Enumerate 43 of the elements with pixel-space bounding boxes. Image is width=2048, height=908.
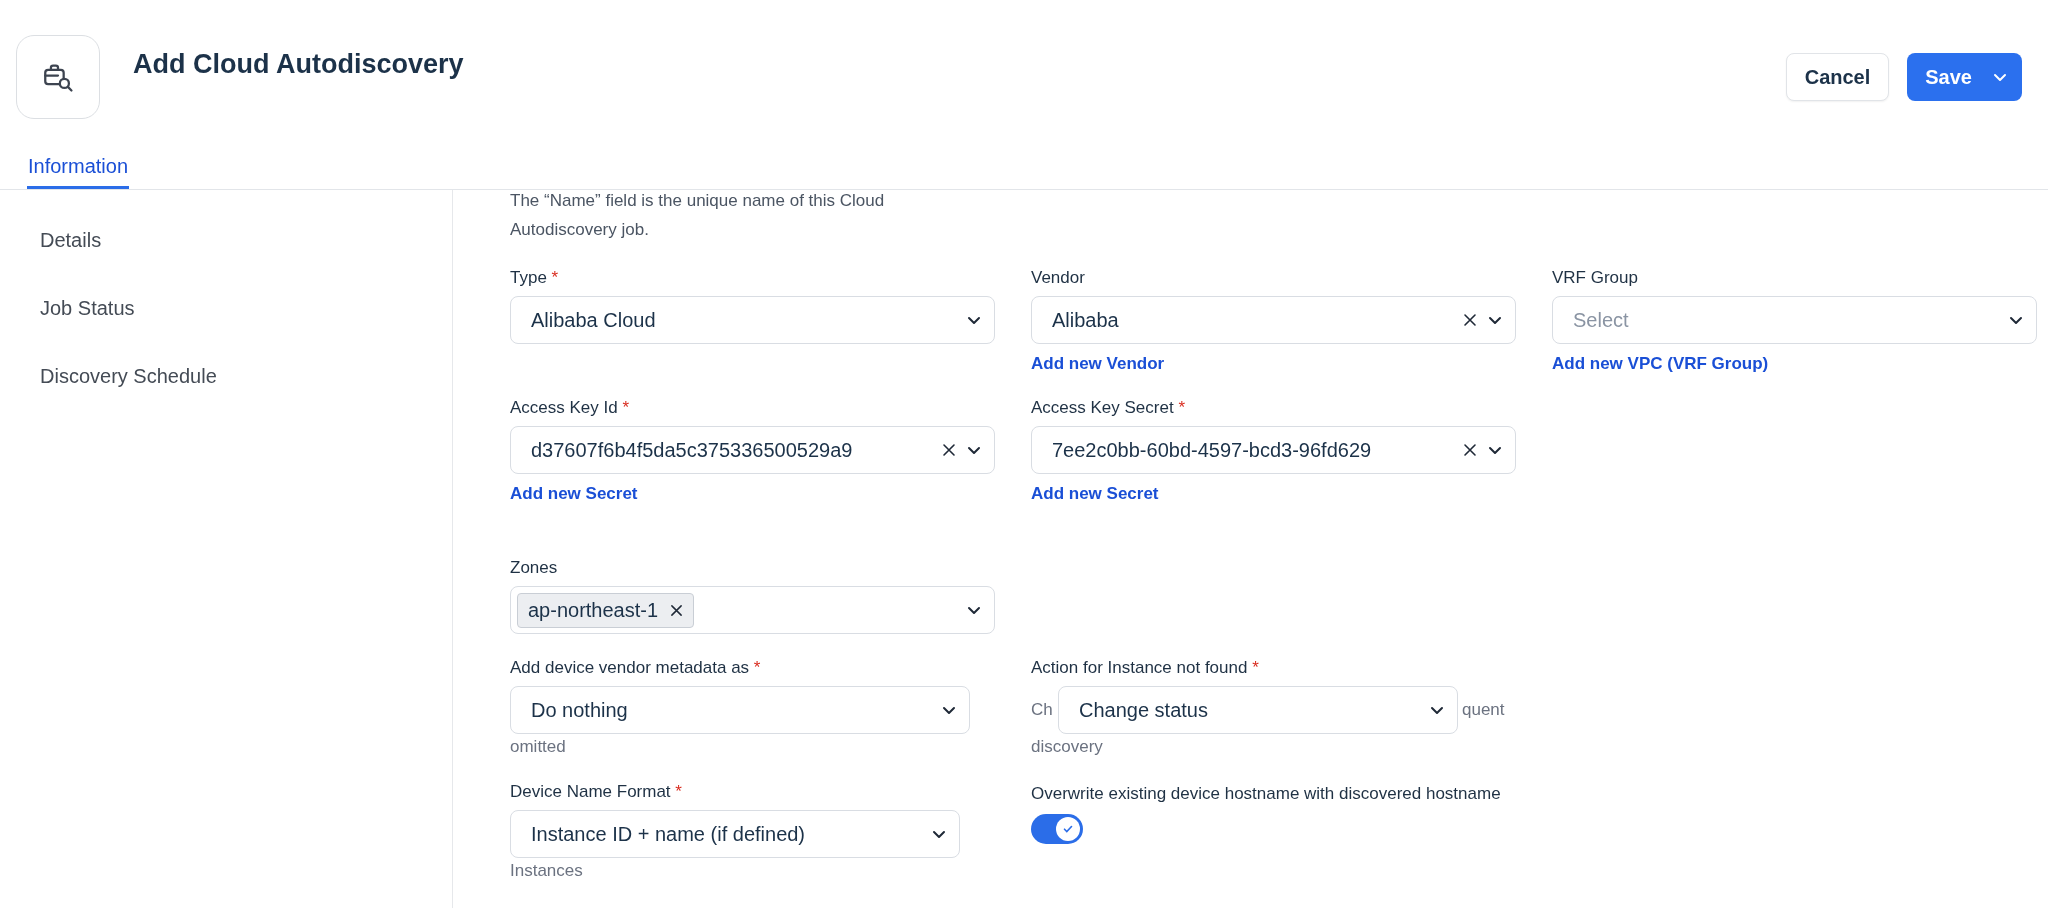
select-field[interactable]: Alibaba Cloud [510, 296, 995, 344]
help-text: Ch [1031, 700, 1054, 720]
select-field[interactable]: Instance ID + name (if defined) [510, 810, 960, 858]
select-field[interactable]: Do nothing [510, 686, 970, 734]
cancel-button[interactable]: Cancel [1785, 53, 1890, 101]
field-label: Zones [510, 557, 558, 579]
field-label: Device Name Format * [510, 781, 682, 803]
sidebar-item[interactable]: Job Status [0, 296, 452, 364]
briefcase-search-icon [16, 35, 100, 119]
select-field[interactable]: 7ee2c0bb-60bd-4597-bcd3-96fd629 [1031, 426, 1516, 474]
multi-select[interactable]: ap-northeast-1 [510, 586, 995, 634]
select-field[interactable]: Change status [1058, 686, 1458, 734]
field-label: Access Key Id * [510, 397, 630, 419]
add-link[interactable]: Add new VPC (VRF Group) [1552, 354, 1769, 374]
page-title: Add Cloud Autodiscovery [133, 48, 464, 81]
help-text: discovery [1031, 736, 1103, 758]
field-label: Access Key Secret * [1031, 397, 1185, 419]
help-text: quent [1462, 700, 1505, 720]
select-field[interactable]: Alibaba [1031, 296, 1516, 344]
sidebar-item[interactable]: Details [0, 228, 452, 296]
sidebar-item[interactable]: Discovery Schedule [0, 364, 452, 432]
field-label: VRF Group [1552, 267, 1638, 289]
save-button[interactable]: Save [1907, 53, 2022, 101]
field-label: Action for Instance not found * [1031, 657, 1259, 679]
close-icon[interactable] [1463, 313, 1477, 327]
toggle-switch[interactable] [1031, 814, 1083, 844]
close-icon[interactable] [1463, 443, 1477, 457]
close-icon[interactable] [670, 603, 684, 617]
field-label: Add device vendor metadata as * [510, 657, 761, 679]
tab[interactable]: Information [27, 155, 130, 189]
help-text: omitted [510, 736, 566, 758]
select-field[interactable]: d37607f6b4f5da5c375336500529a9 [510, 426, 995, 474]
field-description: The “Name” field is the unique name of this Cloud Autodiscovery job. [510, 190, 886, 241]
field-label: Vendor [1031, 267, 1085, 289]
tag-chip[interactable]: ap-northeast-1 [517, 592, 695, 628]
help-text: Instances [510, 860, 583, 882]
field-label: Overwrite existing device hostname with discovered hostname [1031, 783, 1501, 805]
add-link[interactable]: Add new Secret [510, 484, 638, 504]
check-icon [1062, 823, 1074, 835]
add-link[interactable]: Add new Vendor [1031, 354, 1165, 374]
close-icon[interactable] [942, 443, 956, 457]
field-label: Type * [510, 267, 559, 289]
add-link[interactable]: Add new Secret [1031, 484, 1159, 504]
